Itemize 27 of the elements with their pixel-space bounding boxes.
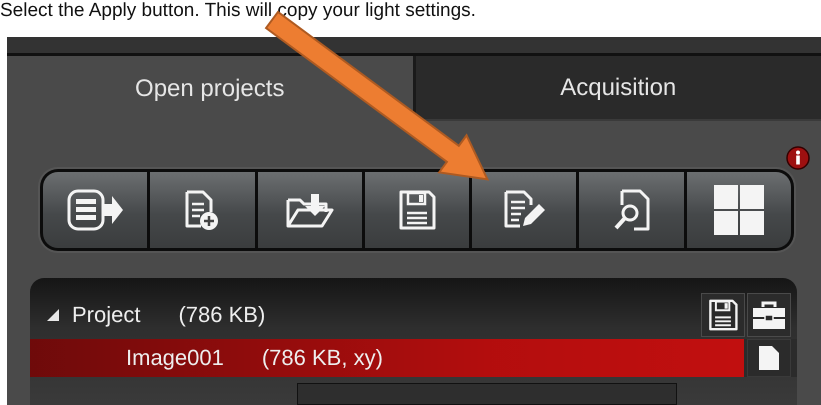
save-icon	[708, 298, 738, 332]
briefcase-icon	[752, 300, 786, 330]
toolbar-button[interactable]	[150, 172, 255, 248]
new-document-icon	[184, 188, 220, 232]
toolbar-button[interactable]	[364, 172, 470, 248]
document-icon	[758, 345, 780, 371]
toolbar-button[interactable]	[258, 172, 362, 248]
save-icon	[398, 189, 436, 231]
info-icon	[786, 146, 810, 170]
tab[interactable]: Acquisition	[412, 56, 821, 121]
image-name: Image001	[126, 345, 224, 371]
image-button[interactable]	[747, 339, 791, 377]
grid-icon	[712, 184, 765, 236]
toolbar-button[interactable]	[686, 172, 791, 248]
image-size: (786 KB, xy)	[262, 345, 383, 371]
project-size: (786 KB)	[178, 302, 266, 328]
project-name: Project	[72, 302, 140, 328]
toolbox-button[interactable]	[747, 293, 791, 337]
tab[interactable]: Open projects	[7, 56, 412, 121]
expand-triangle-icon[interactable]	[46, 308, 60, 322]
toolbar-button[interactable]	[472, 172, 576, 248]
search-document-icon	[612, 187, 652, 233]
image-row[interactable]: Image001 (786 KB, xy)	[30, 339, 797, 377]
export-list-icon	[66, 188, 124, 232]
toolbar-button[interactable]	[43, 172, 148, 248]
save-project-button[interactable]	[701, 293, 745, 337]
toolbar-button[interactable]	[579, 172, 684, 248]
